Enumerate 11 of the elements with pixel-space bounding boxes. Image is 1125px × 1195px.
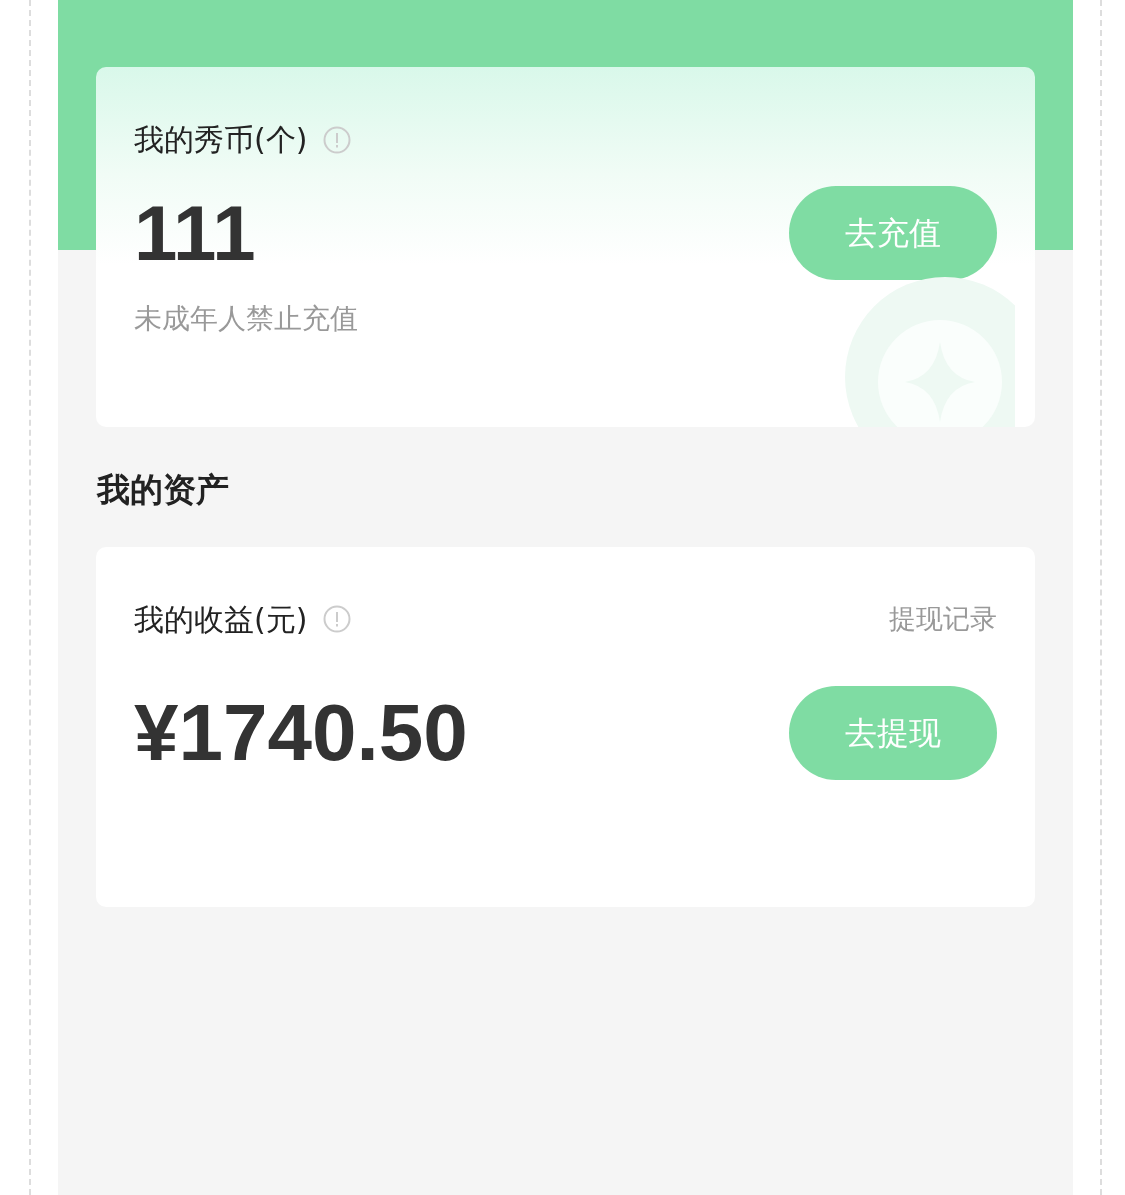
- earnings-amount: ¥1740.50: [134, 692, 468, 773]
- withdraw-history-link[interactable]: 提现记录: [889, 598, 997, 640]
- info-icon[interactable]: [323, 605, 352, 633]
- coin-amount: 111: [134, 194, 256, 272]
- recharge-button[interactable]: 去充值: [789, 186, 997, 280]
- section-title: 我的资产: [97, 469, 230, 511]
- withdraw-button[interactable]: 去提现: [789, 685, 997, 780]
- card-title: 我的秀币(个): [134, 121, 308, 159]
- info-icon[interactable]: [323, 125, 352, 154]
- notice-text: 未成年人禁止充值: [134, 301, 359, 337]
- card-title: 我的收益(元): [134, 600, 308, 639]
